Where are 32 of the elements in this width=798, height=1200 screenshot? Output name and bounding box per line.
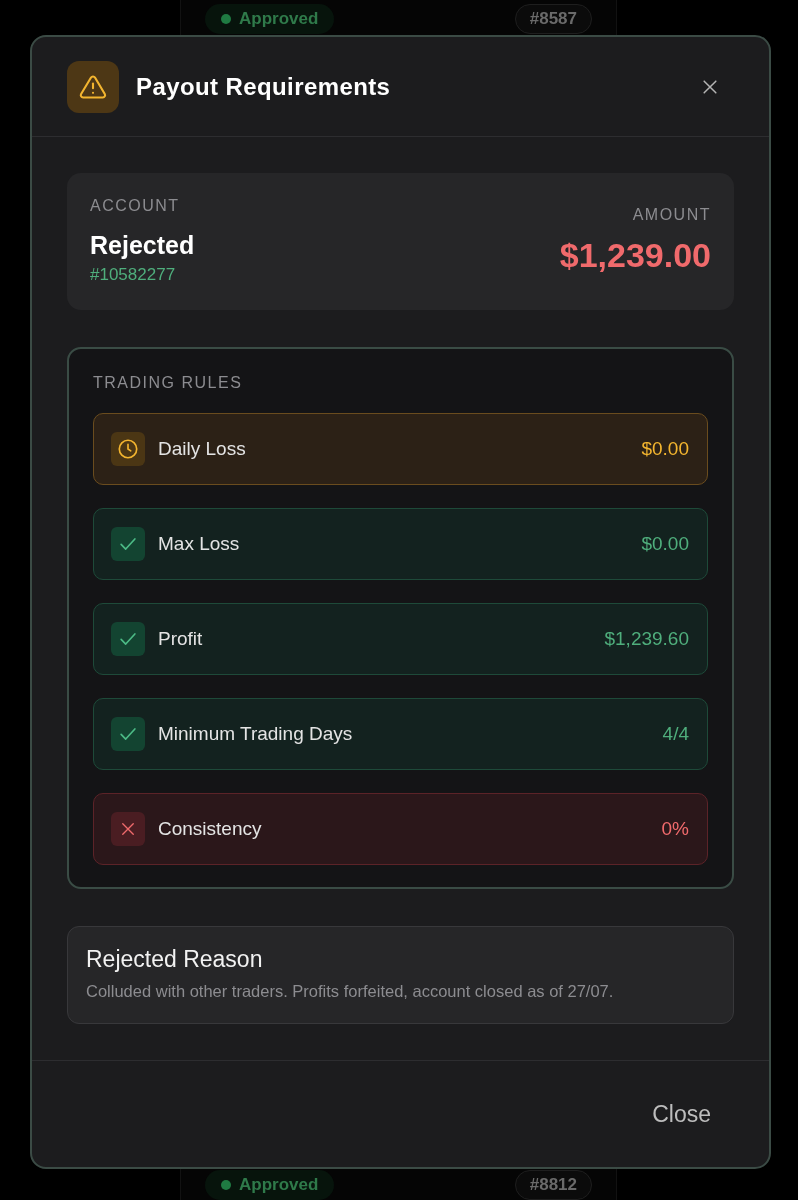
rule-value: 4/4 (662, 721, 689, 746)
rule-value: $0.00 (641, 531, 689, 556)
account-label: ACCOUNT (90, 196, 181, 216)
status-dot-icon (221, 14, 231, 24)
reason-text: Colluded with other traders. Profits forfeited, account closed as of 27/07. (86, 981, 615, 1002)
amount-label: AMOUNT (632, 205, 711, 225)
reason-title: Rejected Reason (86, 945, 264, 973)
amount-value: $1,239.00 (559, 235, 711, 276)
section-title: TRADING RULES (93, 373, 244, 393)
close-button[interactable]: Close (642, 1090, 721, 1138)
rule-name: Minimum Trading Days (158, 721, 353, 746)
status-dot-icon (221, 1180, 231, 1190)
rule-name: Profit (158, 626, 203, 651)
account-number: #10582277 (90, 265, 177, 285)
account-status: Rejected (90, 230, 195, 261)
warning-icon (67, 60, 119, 113)
order-number-badge: #8587 (514, 4, 592, 34)
check-icon (111, 527, 145, 561)
rule-name: Daily Loss (158, 436, 246, 461)
cross-icon (111, 812, 145, 846)
rule-name: Max Loss (158, 531, 240, 556)
rule-value: $1,239.60 (604, 626, 689, 651)
check-icon (111, 622, 145, 656)
dialog-title: Payout Requirements (136, 71, 391, 102)
status-text: Approved (239, 1175, 319, 1195)
status-text: Approved (239, 9, 319, 29)
rule-value: $0.00 (641, 436, 689, 461)
rule-value: 0% (661, 816, 689, 841)
order-number-badge: #8812 (514, 1170, 592, 1200)
clock-icon (111, 432, 145, 466)
check-icon (111, 717, 145, 751)
rule-name: Consistency (158, 816, 262, 841)
